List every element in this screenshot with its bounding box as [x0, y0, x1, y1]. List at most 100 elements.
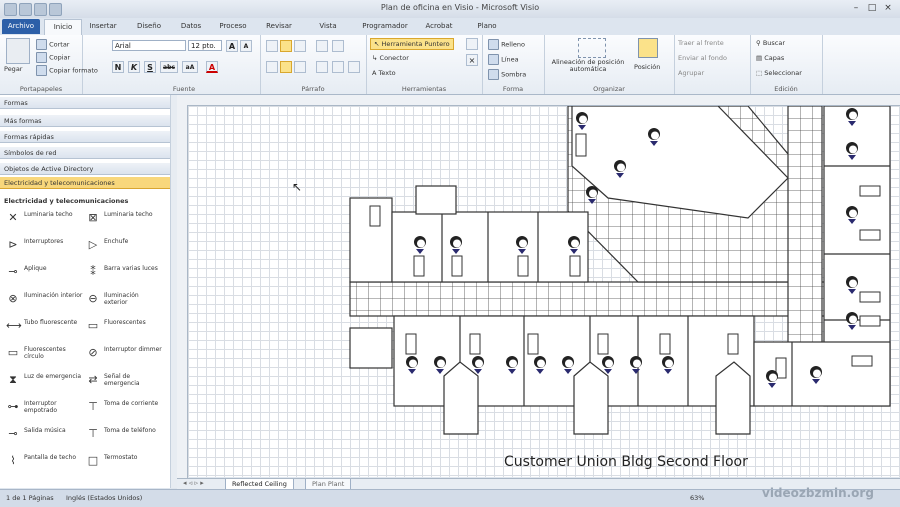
align-top-icon[interactable] [266, 40, 278, 52]
stencil-quick-shapes[interactable]: Formas rápidas [0, 131, 170, 143]
stencil-more-shapes[interactable]: Más formas [0, 115, 170, 127]
font-name-select[interactable]: Arial [112, 40, 186, 51]
find-button[interactable]: Buscar [763, 39, 785, 47]
font-size-select[interactable]: 12 pto. [188, 40, 222, 51]
send-back-button[interactable]: Enviar al fondo [678, 54, 727, 62]
stencil-shape[interactable]: ⟷ Tubo fluorescente [6, 319, 84, 341]
tab-home[interactable]: Inicio [44, 19, 82, 35]
stencil-shape[interactable]: ⊠ Luminaria techo [86, 211, 164, 233]
drawing-canvas[interactable]: Customer Union Bldg Second Floor [188, 106, 900, 477]
line-button[interactable]: Línea [501, 56, 519, 64]
pointer-tool-button[interactable]: ↖ Herramienta Puntero [370, 38, 454, 50]
stencil-shape[interactable]: □ Termostato [86, 454, 164, 476]
align-left-icon[interactable] [266, 61, 278, 73]
align-middle-icon[interactable] [280, 40, 292, 52]
bring-front-button[interactable]: Traer al frente [678, 39, 724, 47]
text-tool-button[interactable]: Texto [379, 69, 396, 77]
align-right-icon[interactable] [294, 61, 306, 73]
auto-align-icon[interactable] [578, 38, 606, 58]
stencil-shape[interactable]: ⊤ Toma de teléfono [86, 427, 164, 449]
position-button[interactable]: Posición [634, 63, 660, 71]
stencil-active-directory[interactable]: Objetos de Active Directory [0, 163, 170, 175]
redo-icon[interactable] [49, 3, 62, 16]
paragraph-group: Párrafo [260, 35, 367, 94]
stencil-shape[interactable]: ⊶ Interruptor empotrado [6, 400, 84, 422]
align-bottom-icon[interactable] [294, 40, 306, 52]
underline-button[interactable]: S [144, 61, 156, 73]
outdent-icon[interactable] [348, 61, 360, 73]
tab-view[interactable]: Vista [304, 19, 352, 34]
stencil-shape[interactable]: ⧗ Luz de emergencia [6, 373, 84, 395]
tab-insert[interactable]: Insertar [86, 19, 120, 34]
zoom-level[interactable]: 63% [690, 494, 704, 502]
tab-acrobat[interactable]: Acrobat [416, 19, 462, 34]
stencil-network-symbols[interactable]: Símbolos de red [0, 147, 170, 159]
tab-file[interactable]: Archivo [2, 19, 40, 34]
page-count: 1 de 1 Páginas [6, 494, 54, 502]
stencil-shape[interactable]: ⊸ Salida música [6, 427, 84, 449]
align-center-icon[interactable] [280, 61, 292, 73]
copy-icon[interactable] [36, 52, 47, 63]
select-button[interactable]: Seleccionar [764, 69, 802, 77]
tab-plan[interactable]: Plano [470, 19, 504, 34]
close-x-icon[interactable]: × [466, 54, 478, 66]
paste-button[interactable]: Pegar [4, 65, 22, 73]
emergency-light-icon: ⧗ [9, 373, 17, 386]
page-nav-icon[interactable]: ◂ ◃ ▹ ▸ [183, 479, 204, 487]
stencil-shape[interactable]: ⇄ Señal de emergencia [86, 373, 164, 395]
line-icon [488, 54, 499, 65]
grow-font-button[interactable]: A [226, 40, 238, 52]
tab-process[interactable]: Proceso [216, 19, 250, 34]
bullets-icon[interactable] [316, 40, 328, 52]
stencil-shape[interactable]: ⊳ Interruptores [6, 238, 84, 260]
stencil-shape[interactable]: ▭ Fluorescentes [86, 319, 164, 341]
stencil-shape[interactable]: ⊖ Iluminación exterior [86, 292, 164, 314]
stencil-shape[interactable]: ▭ Fluorescentes círculo [6, 346, 84, 368]
connector-tool-button[interactable]: Conector [380, 54, 409, 62]
auto-align-button[interactable]: Alineación de posición automática [550, 59, 626, 73]
cut-button[interactable]: Cortar [49, 41, 69, 49]
font-color-button[interactable]: A [206, 61, 218, 73]
stencil-shape[interactable]: ⁑ Barra varias luces [86, 265, 164, 287]
stencil-shape[interactable]: ⌇ Pantalla de techo [6, 454, 84, 476]
indent-icon[interactable] [332, 40, 344, 52]
visio-app-icon[interactable] [4, 3, 17, 16]
tab-developer[interactable]: Programador [358, 19, 412, 34]
stencil-shape[interactable]: ⊘ Interruptor dimmer [86, 346, 164, 368]
close-button[interactable]: × [882, 2, 894, 14]
shadow-button[interactable]: Sombra [501, 71, 526, 79]
layers-button[interactable]: Capas [764, 54, 784, 62]
position-icon[interactable] [638, 38, 658, 58]
stencil-shape[interactable]: ▷ Enchufe [86, 238, 164, 260]
watermark: videozbzmin.org [762, 486, 874, 500]
stencil-shape[interactable]: ⊗ Iluminación interior [6, 292, 84, 314]
elevator [415, 185, 457, 215]
strikethrough-button[interactable]: abc [160, 61, 178, 73]
stencil-electrical-telecom[interactable]: Electricidad y telecomunicaciones [0, 177, 170, 189]
fill-button[interactable]: Relleno [501, 41, 525, 49]
paste-icon[interactable] [6, 38, 30, 64]
format-painter-icon[interactable] [36, 65, 47, 76]
shrink-font-button[interactable]: A [240, 40, 252, 52]
tab-review[interactable]: Revisar [262, 19, 296, 34]
text-direction-icon[interactable] [332, 61, 344, 73]
save-icon[interactable] [19, 3, 32, 16]
group-button[interactable]: Agrupar [678, 69, 704, 77]
stencil-shape[interactable]: ⊤ Toma de corriente [86, 400, 164, 422]
tab-design[interactable]: Diseño [132, 19, 166, 34]
undo-icon[interactable] [34, 3, 47, 16]
maximize-button[interactable]: □ [866, 2, 878, 14]
stencil-shape[interactable]: ✕ Luminaria techo [6, 211, 84, 233]
tab-data[interactable]: Datos [176, 19, 206, 34]
justify-icon[interactable] [316, 61, 328, 73]
format-painter-button[interactable]: Copiar formato [49, 67, 98, 75]
stencil-shape[interactable]: ⊸ Aplique [6, 265, 84, 287]
south-stair-left [443, 361, 479, 435]
copy-button[interactable]: Copiar [49, 54, 70, 62]
bold-button[interactable]: N [112, 61, 124, 73]
rectangle-tool-icon[interactable] [466, 38, 478, 50]
cut-icon[interactable] [36, 39, 47, 50]
minimize-button[interactable]: – [850, 2, 862, 14]
change-case-button[interactable]: aA [182, 61, 198, 73]
italic-button[interactable]: K [128, 61, 140, 73]
